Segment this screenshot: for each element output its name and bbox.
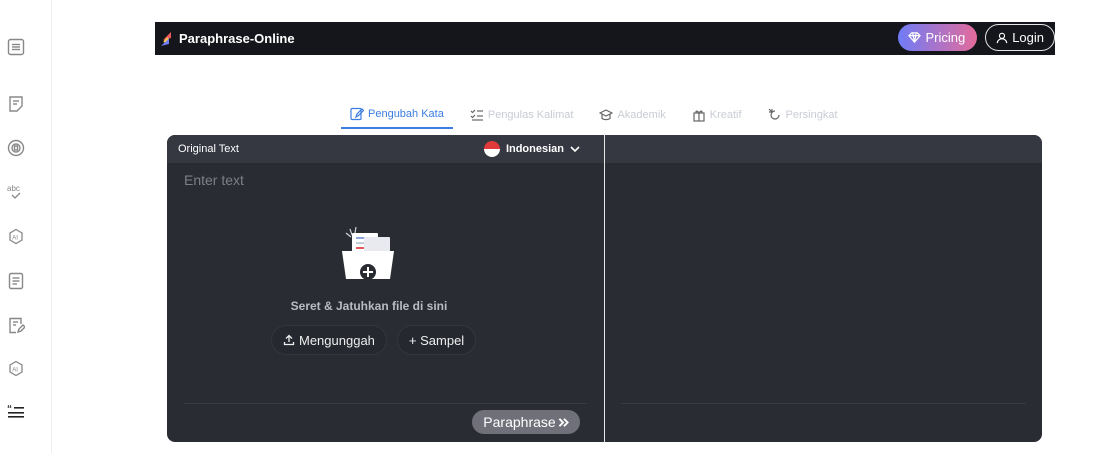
tab-label: Pengubah Kata (368, 108, 444, 120)
top-navbar: Paraphrase-Online Pricing Login (155, 22, 1055, 55)
sample-button[interactable]: + Sampel (396, 325, 477, 355)
checklist-icon (470, 109, 483, 121)
ai-humanizer-icon[interactable]: AI (6, 359, 26, 379)
menu-icon[interactable] (6, 37, 26, 57)
pen-icon (350, 107, 364, 121)
reference-icon[interactable] (6, 138, 26, 158)
spellcheck-icon[interactable]: abc (6, 182, 26, 202)
output-pane-header (605, 135, 1042, 163)
upload-label: Mengunggah (299, 332, 375, 348)
language-label: Indonesian (505, 143, 564, 155)
tab-kreatif[interactable]: Kreatif (683, 104, 751, 129)
text-input[interactable]: Enter text (184, 172, 244, 188)
input-pane-title: Original Text (178, 143, 239, 155)
input-pane-header: Original Text Indonesian (167, 135, 604, 163)
tab-label: Akademik (617, 109, 666, 121)
svg-text:AI: AI (12, 368, 18, 374)
document-icon[interactable] (6, 271, 26, 291)
shrink-icon (768, 108, 780, 120)
paraphrase-label: Paraphrase (483, 414, 556, 430)
tab-persingkat[interactable]: Persingkat (759, 104, 847, 129)
graduation-cap-icon (599, 109, 614, 121)
double-chevron-right-icon (558, 417, 569, 427)
upload-button[interactable]: Mengunggah (271, 325, 387, 355)
indonesia-flag-icon (483, 141, 500, 157)
paraphrase-button[interactable]: Paraphrase (472, 410, 580, 434)
language-selector[interactable]: Indonesian (483, 141, 580, 157)
output-pane (605, 135, 1042, 442)
tab-akademik[interactable]: Akademik (590, 104, 674, 129)
left-sidebar: abc AI AI “ (0, 0, 52, 453)
tab-pengubah-kata[interactable]: Pengubah Kata (341, 104, 453, 129)
login-label: Login (1012, 30, 1044, 45)
svg-text:AI: AI (12, 236, 18, 242)
login-button[interactable]: Login (985, 24, 1055, 51)
drop-hint: Seret & Jatuhkan file di sini (290, 299, 448, 313)
paraphrase-editor: Original Text Indonesian Enter text Sere… (167, 135, 1042, 442)
chevron-down-icon (570, 146, 580, 153)
upload-icon (283, 334, 295, 346)
brand-name[interactable]: Paraphrase-Online (179, 31, 295, 46)
note-icon[interactable] (6, 94, 26, 114)
ai-detector-icon[interactable]: AI (6, 227, 26, 247)
svg-text:abc: abc (7, 184, 20, 193)
tab-label: Kreatif (709, 109, 742, 121)
tab-label: Persingkat (785, 109, 838, 121)
footer-divider (621, 403, 1026, 404)
mode-tabs: Pengubah Kata Pengulas Kalimat Akademik … (341, 104, 855, 129)
sample-label: + Sampel (408, 332, 465, 348)
diamond-icon (908, 32, 922, 44)
quote-list-icon[interactable]: “ (6, 402, 26, 422)
pricing-label: Pricing (925, 30, 966, 45)
footer-divider (184, 403, 587, 404)
edit-document-icon[interactable] (6, 315, 26, 335)
pricing-button[interactable]: Pricing (898, 24, 978, 51)
gift-icon (693, 110, 705, 122)
user-icon (996, 32, 1008, 43)
logo-icon[interactable] (161, 30, 173, 48)
input-pane: Original Text Indonesian Enter text Sere… (167, 135, 604, 442)
tab-label: Pengulas Kalimat (487, 109, 574, 121)
tab-pengulas-kalimat[interactable]: Pengulas Kalimat (461, 104, 583, 129)
folder-upload-icon (342, 226, 394, 280)
